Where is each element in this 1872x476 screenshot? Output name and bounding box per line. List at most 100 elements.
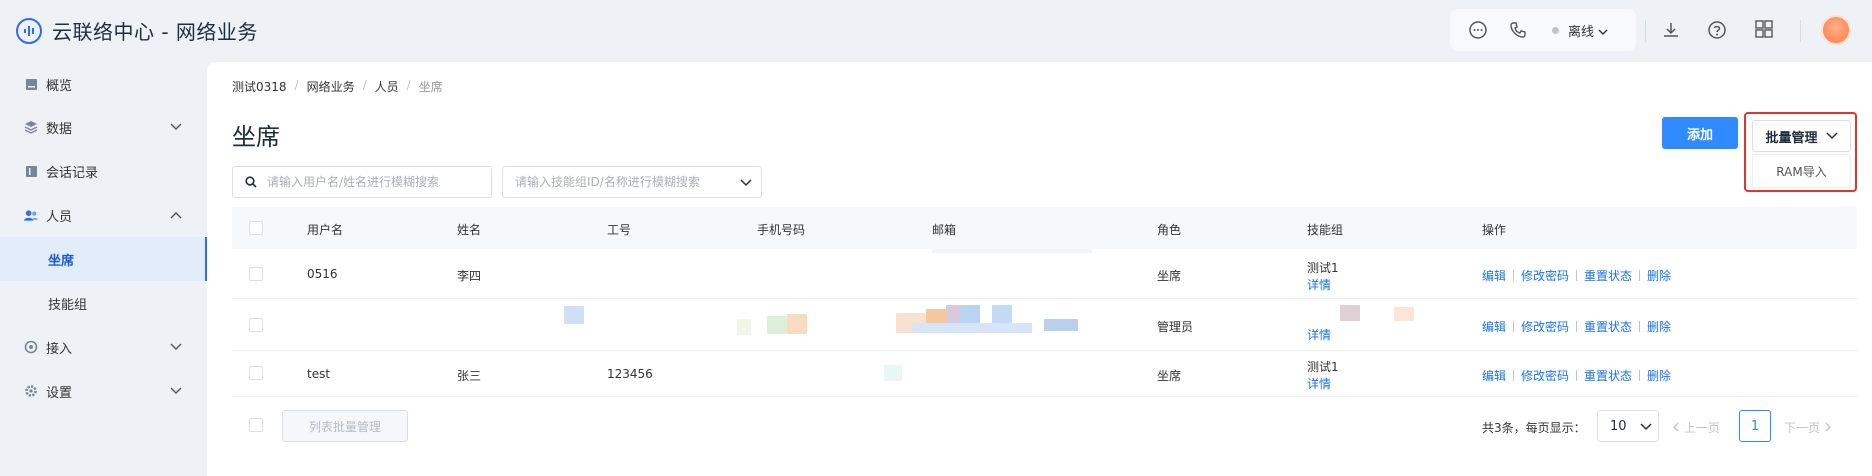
status-dropdown[interactable]: 离线: [1568, 21, 1608, 40]
action-divider: [1513, 321, 1515, 332]
breadcrumb-item[interactable]: 人员: [375, 78, 399, 95]
delete-link[interactable]: 删除: [1647, 269, 1671, 283]
next-page-button[interactable]: 下一页: [1784, 419, 1832, 436]
chevron-down-icon: [170, 343, 182, 350]
column-header: 邮箱: [932, 223, 957, 237]
edit-link[interactable]: 编辑: [1482, 269, 1506, 283]
sidebar-item-agents[interactable]: 坐席: [0, 237, 207, 281]
row-actions: 编辑 修改密码 重置状态 删除: [1482, 318, 1671, 335]
redacted-block: [787, 314, 807, 334]
edit-link[interactable]: 编辑: [1482, 320, 1506, 334]
list-bulk-manage-button[interactable]: 列表批量管理: [282, 410, 408, 442]
table-row: test 张三 123456 坐席 测试1 详情 编辑 修改密码 重置状态 删除: [232, 351, 1857, 397]
delete-link[interactable]: 删除: [1647, 320, 1671, 334]
batch-menu-ram-import[interactable]: RAM导入: [1752, 154, 1851, 188]
page-title: 坐席: [232, 123, 280, 151]
sidebar-item-label: 设置: [46, 385, 73, 401]
user-search-input[interactable]: [267, 175, 487, 189]
next-page-label: 下一页: [1784, 421, 1821, 435]
settings-icon: [24, 384, 38, 398]
table-row: 管理员 详情 编辑 修改密码 重置状态 删除: [232, 299, 1857, 351]
column-header: 操作: [1482, 223, 1507, 237]
breadcrumb: 测试0318 / 网络业务 / 人员 / 坐席: [232, 78, 443, 95]
column-header: 手机号码: [757, 223, 806, 237]
redacted-block: [1394, 307, 1414, 321]
footer-select-all-checkbox[interactable]: [249, 418, 263, 432]
change-password-link[interactable]: 修改密码: [1521, 369, 1569, 383]
change-password-link[interactable]: 修改密码: [1521, 320, 1569, 334]
breadcrumb-separator: /: [362, 78, 367, 92]
column-header: 姓名: [457, 223, 482, 237]
cell-role: 管理员: [1157, 320, 1194, 334]
column-header: 技能组: [1307, 223, 1344, 237]
chevron-down-icon: [170, 123, 182, 130]
row-checkbox[interactable]: [249, 366, 263, 380]
action-divider: [1513, 370, 1515, 381]
sidebar-item-skill-groups[interactable]: 技能组: [0, 281, 207, 325]
skill-group-detail-link[interactable]: 详情: [1307, 326, 1331, 343]
brand-logo-icon: [16, 17, 42, 44]
pagination-total: 共3条，每页显示：: [1482, 421, 1586, 435]
status-dot: [1552, 27, 1559, 34]
help-icon[interactable]: [1707, 20, 1727, 40]
sidebar-item-people[interactable]: 人员: [0, 193, 207, 237]
sidebar-item-label: 技能组: [48, 297, 88, 313]
user-search-box[interactable]: [232, 166, 492, 198]
row-actions: 编辑 修改密码 重置状态 删除: [1482, 367, 1671, 384]
breadcrumb-separator: /: [294, 78, 299, 92]
chat-icon[interactable]: [1468, 20, 1488, 40]
redacted-block: [767, 316, 787, 334]
skill-group-detail-link[interactable]: 详情: [1307, 375, 1331, 392]
delete-link[interactable]: 删除: [1647, 369, 1671, 383]
skill-group-input[interactable]: [515, 175, 735, 189]
cell-username: 0516: [307, 267, 338, 281]
table-header: 用户名 姓名 工号 手机号码 邮箱 角色 技能组 操作: [232, 207, 1857, 249]
chevron-right-icon: [1825, 422, 1831, 432]
skill-group-detail-link[interactable]: 详情: [1307, 276, 1331, 293]
cell-skill-group: 测试1: [1307, 360, 1339, 374]
sidebar-item-session-records[interactable]: 会话记录: [0, 149, 207, 193]
sidebar-item-overview[interactable]: 概览: [0, 62, 207, 106]
table-row: 0516 李四 坐席 测试1 详情 编辑 修改密码 重置状态 删除: [232, 249, 1857, 299]
search-icon: [245, 176, 257, 188]
sidebar-item-label: 会话记录: [46, 165, 99, 181]
prev-page-button[interactable]: 上一页: [1672, 419, 1720, 436]
action-divider: [1576, 270, 1578, 281]
page-size-select[interactable]: 10: [1597, 410, 1659, 442]
download-icon[interactable]: [1661, 20, 1681, 40]
add-button[interactable]: 添加: [1662, 117, 1738, 149]
sidebar-item-data[interactable]: 数据: [0, 105, 207, 149]
sidebar-item-label: 人员: [46, 209, 73, 225]
skill-group-select[interactable]: [502, 166, 762, 198]
chevron-down-icon: [1825, 132, 1838, 140]
batch-highlight-box: 批量管理 RAM导入: [1744, 112, 1857, 192]
change-password-link[interactable]: 修改密码: [1521, 269, 1569, 283]
action-divider: [1513, 270, 1515, 281]
action-divider: [1576, 321, 1578, 332]
reset-status-link[interactable]: 重置状态: [1584, 369, 1632, 383]
page-number-current[interactable]: 1: [1739, 410, 1771, 442]
phone-icon[interactable]: [1508, 20, 1528, 40]
cell-name: 李四: [457, 269, 482, 283]
sidebar-item-access[interactable]: 接入: [0, 325, 207, 369]
apps-grid-icon[interactable]: [1755, 20, 1773, 38]
column-header: 用户名: [307, 223, 344, 237]
batch-manage-button[interactable]: 批量管理: [1752, 120, 1851, 152]
breadcrumb-item[interactable]: 网络业务: [307, 78, 355, 95]
select-all-checkbox[interactable]: [249, 221, 263, 235]
sidebar-item-settings[interactable]: 设置: [0, 369, 207, 413]
cell-username: test: [307, 367, 331, 381]
edit-link[interactable]: 编辑: [1482, 369, 1506, 383]
chevron-down-icon: [1598, 29, 1608, 35]
chevron-left-icon: [1673, 422, 1679, 432]
reset-status-link[interactable]: 重置状态: [1584, 269, 1632, 283]
sidebar: 概览 数据 会话记录 人员 坐席 技能组 接入 设置: [0, 62, 207, 476]
chevron-up-icon: [170, 212, 182, 219]
reset-status-link[interactable]: 重置状态: [1584, 320, 1632, 334]
action-divider: [1639, 321, 1641, 332]
user-avatar[interactable]: [1821, 15, 1851, 45]
people-icon: [24, 208, 38, 222]
row-checkbox[interactable]: [249, 318, 263, 332]
row-checkbox[interactable]: [249, 267, 263, 281]
breadcrumb-item[interactable]: 测试0318: [232, 78, 287, 95]
